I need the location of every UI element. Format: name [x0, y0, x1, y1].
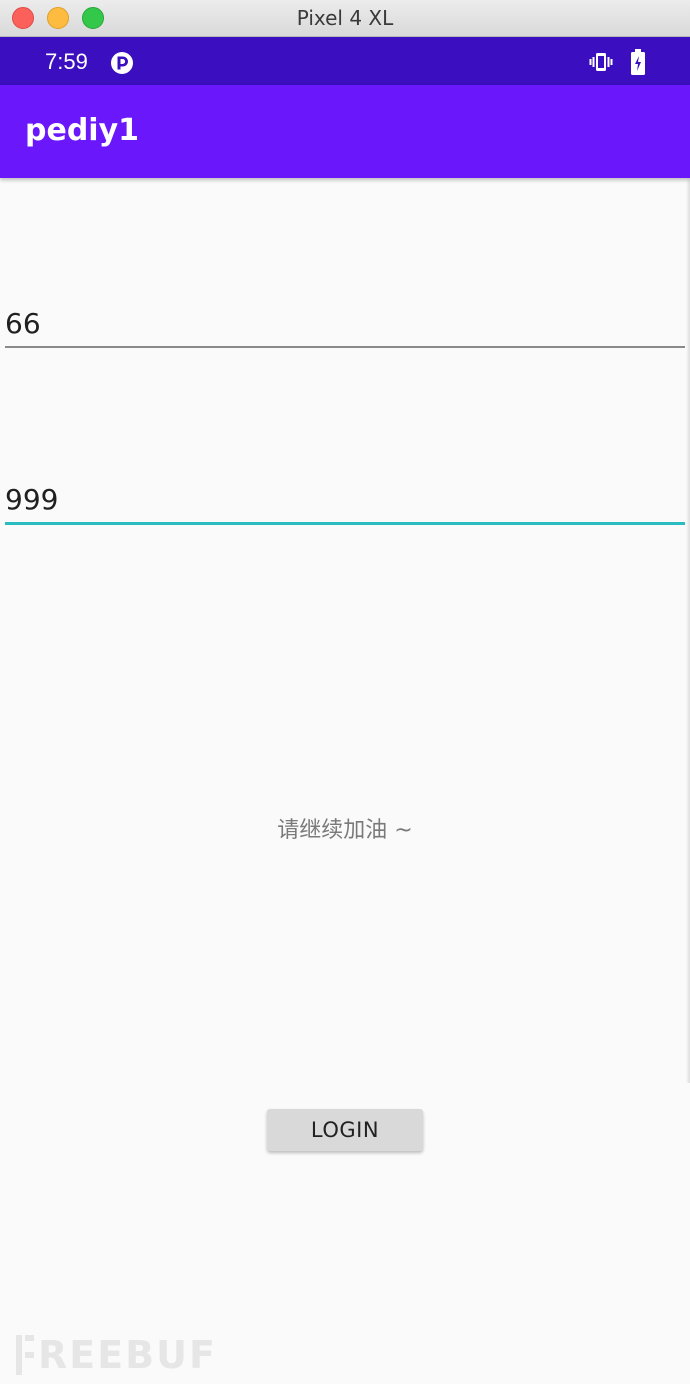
emulator-window: Pixel 4 XL 7:59 pediy1 66 999 请继续加油 ~ LO… [0, 0, 690, 1384]
watermark-text: REEBUF [38, 1333, 217, 1377]
second-input-underline-focused [5, 522, 685, 525]
second-text-input[interactable] [5, 476, 685, 522]
watermark-logo-icon [16, 1335, 34, 1375]
result-message: 请继续加油 ~ [277, 818, 413, 843]
emulator-edge-shadow [686, 178, 690, 1083]
battery-charging-icon [631, 49, 645, 75]
second-input-field[interactable] [5, 476, 685, 526]
app-toolbar: pediy1 [0, 85, 690, 178]
vibrate-icon [589, 53, 613, 71]
first-input-underline [5, 346, 685, 348]
first-input-field[interactable] [5, 300, 685, 350]
status-clock: 7:59 [45, 49, 88, 74]
app-title: pediy1 [25, 113, 140, 148]
login-button[interactable]: LOGIN [267, 1109, 423, 1151]
notification-p-icon [111, 52, 133, 74]
first-text-input[interactable] [5, 300, 685, 346]
watermark: REEBUF [16, 1333, 217, 1377]
android-status-bar: 7:59 [0, 37, 690, 85]
window-titlebar: Pixel 4 XL [0, 0, 690, 37]
window-title: Pixel 4 XL [296, 6, 394, 30]
